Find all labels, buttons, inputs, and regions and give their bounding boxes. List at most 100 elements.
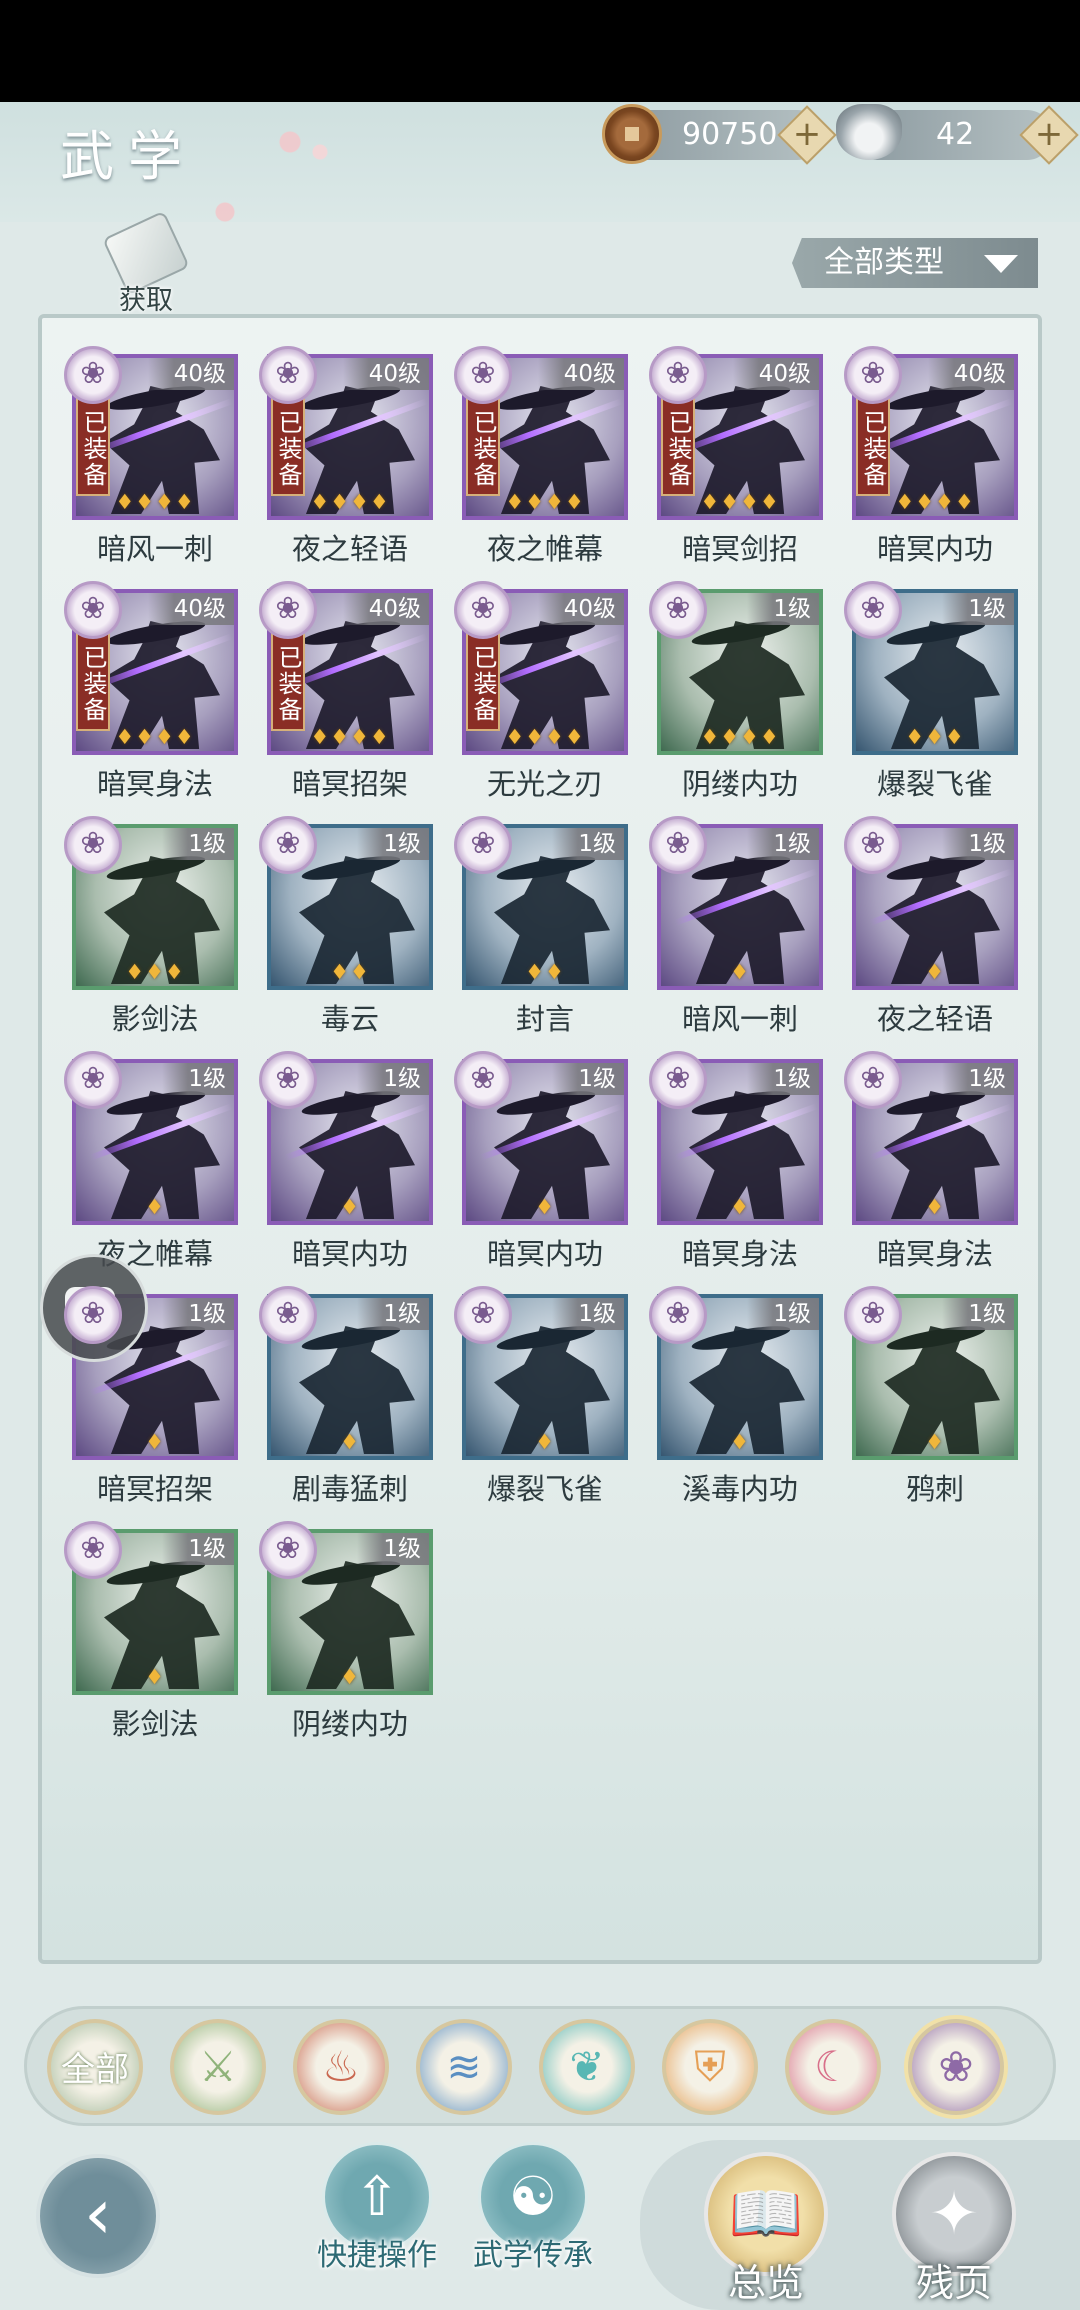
skill-name: 暗风一刺 bbox=[681, 1002, 798, 1036]
school-tab-shield[interactable]: ⛨ bbox=[662, 2019, 758, 2115]
skill-item[interactable]: 1级 ♦ ❀ 暗冥招架 bbox=[64, 1286, 238, 1520]
skill-item[interactable]: 1级 ♦ ❀ 暗冥身法 bbox=[844, 1051, 1018, 1285]
rose-school-emblem-icon: ❀ bbox=[259, 816, 317, 874]
school-tab-all[interactable]: 全部 bbox=[47, 2019, 143, 2115]
star-rating-icon: ♦ bbox=[535, 1195, 555, 1219]
skill-item[interactable]: 1级 ♦ ❀ 夜之帷幕 bbox=[64, 1051, 238, 1285]
skill-level-badge: 40级 bbox=[147, 358, 234, 390]
skill-name: 夜之轻语 bbox=[876, 1002, 993, 1036]
rose-school-emblem-icon: ❀ bbox=[64, 1521, 122, 1579]
skill-name: 鸦刺 bbox=[905, 1472, 964, 1506]
star-rating-icon: ♦♦♦ bbox=[905, 725, 965, 749]
school-tab-rose[interactable]: ❀ bbox=[908, 2019, 1004, 2115]
skill-item[interactable]: 40级 已装备 ♦♦♦♦ ❀ 暗冥身法 bbox=[64, 581, 238, 815]
type-filter-dropdown[interactable]: 全部类型 bbox=[792, 238, 1038, 288]
overview-label: 总览 bbox=[727, 2261, 804, 2305]
quick-operations-button[interactable]: ⇧ 快捷操作 bbox=[302, 2142, 452, 2274]
skill-item[interactable]: 1级 ♦♦ ❀ 毒云 bbox=[259, 816, 433, 1050]
skill-level-badge: 40级 bbox=[732, 358, 819, 390]
skill-level-badge: 1级 bbox=[357, 1533, 429, 1565]
school-tab-sword[interactable]: ⚔ bbox=[170, 2019, 266, 2115]
quick-operations-label: 快捷操作 bbox=[317, 2238, 437, 2273]
skill-item[interactable]: 1级 ♦ ❀ 阴缕内功 bbox=[259, 1521, 433, 1755]
skill-item[interactable]: 40级 已装备 ♦♦♦♦ ❀ 暗风一刺 bbox=[64, 346, 238, 580]
skill-level-badge: 40级 bbox=[342, 358, 429, 390]
skill-item[interactable]: 1级 ♦ ❀ 爆裂飞雀 bbox=[454, 1286, 628, 1520]
star-rating-icon: ♦ bbox=[730, 960, 750, 984]
star-rating-icon: ♦ bbox=[340, 1195, 360, 1219]
skill-item[interactable]: 40级 已装备 ♦♦♦♦ ❀ 无光之刃 bbox=[454, 581, 628, 815]
inheritance-button[interactable]: ☯ 武学传承 bbox=[458, 2142, 608, 2274]
skill-item[interactable]: 40级 已装备 ♦♦♦♦ ❀ 暗冥剑招 bbox=[649, 346, 823, 580]
silver-currency: 42 + bbox=[836, 104, 1079, 165]
skill-item[interactable]: 1级 ♦ ❀ 鸦刺 bbox=[844, 1286, 1018, 1520]
skill-level-badge: 40级 bbox=[147, 593, 234, 625]
skill-item[interactable]: 1级 ♦♦♦ ❀ 影剑法 bbox=[64, 816, 238, 1050]
skill-item[interactable]: 1级 ♦ ❀ 夜之轻语 bbox=[844, 816, 1018, 1050]
rose-school-emblem-icon: ❀ bbox=[649, 1286, 707, 1344]
rose-school-emblem-icon: ❀ bbox=[64, 346, 122, 404]
skill-item[interactable]: 1级 ♦♦♦♦ ❀ 阴缕内功 bbox=[649, 581, 823, 815]
school-tab-moon[interactable]: ☾ bbox=[785, 2019, 881, 2115]
skill-name: 爆裂飞雀 bbox=[486, 1472, 603, 1506]
skill-item[interactable]: 1级 ♦♦ ❀ 封言 bbox=[454, 816, 628, 1050]
skill-item[interactable]: 1级 ♦ ❀ 暗冥身法 bbox=[649, 1051, 823, 1285]
star-rating-icon: ♦ bbox=[145, 1430, 165, 1454]
skill-name: 夜之帷幕 bbox=[486, 532, 603, 566]
skill-name: 暗冥内功 bbox=[876, 532, 993, 566]
skill-level-badge: 1级 bbox=[747, 828, 819, 860]
skill-item[interactable]: 40级 已装备 ♦♦♦♦ ❀ 暗冥招架 bbox=[259, 581, 433, 815]
skill-item[interactable]: 1级 ♦ ❀ 影剑法 bbox=[64, 1521, 238, 1755]
sword-school-icon: ⚔ bbox=[199, 2042, 237, 2091]
acquire-label: 获取 bbox=[119, 285, 173, 316]
star-rating-icon: ♦♦♦♦ bbox=[895, 490, 975, 514]
skill-item[interactable]: 1级 ♦ ❀ 剧毒猛刺 bbox=[259, 1286, 433, 1520]
star-rating-icon: ♦♦♦♦ bbox=[700, 490, 780, 514]
skill-name: 暗冥身法 bbox=[681, 1237, 798, 1271]
skill-name: 夜之轻语 bbox=[291, 532, 408, 566]
header: 武学 90750 + 42 + bbox=[0, 102, 1080, 222]
rose-school-emblem-icon: ❀ bbox=[64, 816, 122, 874]
rose-school-emblem-icon: ❀ bbox=[454, 816, 512, 874]
school-filter-bar: 全部 ⚔ ♨ ≋ ❦ ⛨ ☾ ❀ bbox=[24, 2006, 1056, 2126]
skill-item[interactable]: 1级 ♦ ❀ 暗风一刺 bbox=[649, 816, 823, 1050]
fragments-button[interactable]: ✦ 残页 bbox=[888, 2152, 1020, 2307]
main-nav-group: 📖 总览 ✦ 残页 bbox=[640, 2140, 1080, 2310]
skill-item[interactable]: 1级 ♦ ❀ 暗冥内功 bbox=[259, 1051, 433, 1285]
rose-school-emblem-icon: ❀ bbox=[454, 1286, 512, 1344]
skill-name: 无光之刃 bbox=[486, 767, 603, 801]
school-tab-butterfly[interactable]: ❦ bbox=[539, 2019, 635, 2115]
skill-item[interactable]: 40级 已装备 ♦♦♦♦ ❀ 夜之帷幕 bbox=[454, 346, 628, 580]
skill-name: 封言 bbox=[515, 1002, 574, 1036]
equipped-tag: 已装备 bbox=[466, 631, 500, 731]
skill-item[interactable]: 1级 ♦♦♦ ❀ 爆裂飞雀 bbox=[844, 581, 1018, 815]
rose-school-emblem-icon: ❀ bbox=[649, 581, 707, 639]
star-rating-icon: ♦♦♦♦ bbox=[700, 725, 780, 749]
acquire-button[interactable]: 获取 bbox=[96, 210, 196, 322]
skill-item[interactable]: 1级 ♦ ❀ 溪毒内功 bbox=[649, 1286, 823, 1520]
skill-item[interactable]: 40级 已装备 ♦♦♦♦ ❀ 夜之轻语 bbox=[259, 346, 433, 580]
page-title: 武学 bbox=[60, 125, 196, 188]
skill-item[interactable]: 40级 已装备 ♦♦♦♦ ❀ 暗冥内功 bbox=[844, 346, 1018, 580]
skill-item[interactable]: 1级 ♦ ❀ 暗冥内功 bbox=[454, 1051, 628, 1285]
skill-name: 阴缕内功 bbox=[291, 1707, 408, 1741]
school-tab-fire[interactable]: ♨ bbox=[293, 2019, 389, 2115]
star-rating-icon: ♦ bbox=[925, 1430, 945, 1454]
rose-school-emblem-icon: ❀ bbox=[259, 1521, 317, 1579]
star-rating-icon: ♦ bbox=[145, 1665, 165, 1689]
rose-school-emblem-icon: ❀ bbox=[454, 1051, 512, 1109]
bottom-navigation: ‹ ⇧ 快捷操作 ☯ 武学传承 📖 总览 ✦ 残页 bbox=[0, 2130, 1080, 2310]
equipped-tag: 已装备 bbox=[76, 631, 110, 731]
rose-school-emblem-icon: ❀ bbox=[259, 581, 317, 639]
equipped-tag: 已装备 bbox=[76, 396, 110, 496]
school-tab-wave[interactable]: ≋ bbox=[416, 2019, 512, 2115]
rose-school-icon: ❀ bbox=[938, 2042, 974, 2091]
skill-name: 暗冥招架 bbox=[291, 767, 408, 801]
skill-name: 暗冥内功 bbox=[486, 1237, 603, 1271]
back-button[interactable]: ‹ bbox=[36, 2154, 160, 2278]
rose-school-emblem-icon: ❀ bbox=[649, 816, 707, 874]
inheritance-label: 武学传承 bbox=[473, 2238, 593, 2273]
skill-level-badge: 40级 bbox=[537, 358, 624, 390]
rose-school-emblem-icon: ❀ bbox=[844, 816, 902, 874]
overview-button[interactable]: 📖 总览 bbox=[700, 2152, 832, 2307]
